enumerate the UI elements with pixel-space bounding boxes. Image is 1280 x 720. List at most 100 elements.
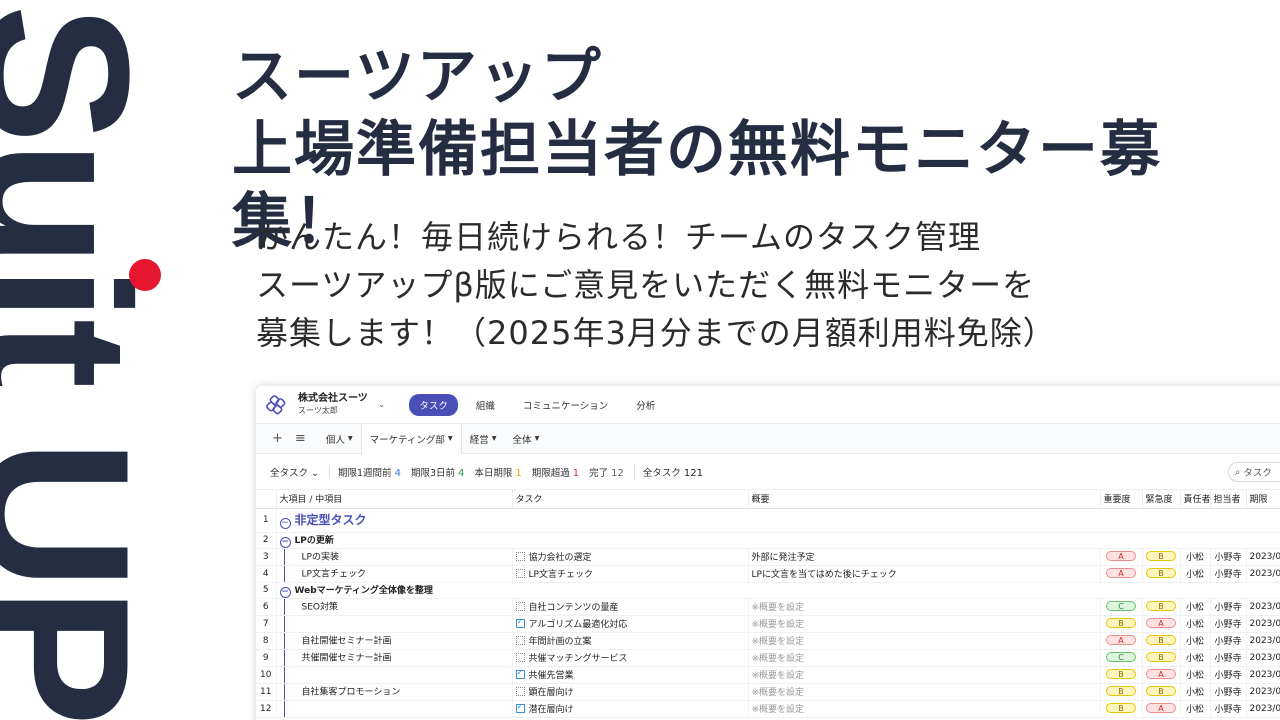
task-cell[interactable]: 潜在層向け [512, 700, 749, 718]
tab-tasks[interactable]: タスク [409, 393, 458, 416]
item-cell[interactable] [276, 666, 513, 684]
tab-analytics[interactable]: 分析 [626, 394, 665, 416]
filter-overdue[interactable]: 期限超過 1 [532, 465, 579, 479]
due-cell[interactable]: 2023/03 [1246, 683, 1280, 701]
group-tab-management[interactable]: 経営 ▾ [462, 424, 505, 454]
task-cell[interactable]: 共催先営業 [512, 666, 749, 684]
urgency-cell[interactable]: B [1142, 649, 1181, 667]
assignee-cell[interactable]: 小野寺 [1210, 700, 1247, 718]
item-cell[interactable] [276, 700, 513, 718]
owner-cell[interactable]: 小松 [1180, 666, 1211, 684]
column-header-urgency[interactable]: 緊急度 [1142, 490, 1181, 509]
urgency-cell[interactable]: B [1142, 565, 1181, 583]
due-cell[interactable]: 2023/03 [1246, 598, 1280, 616]
task-checkbox[interactable] [515, 602, 525, 611]
group-tab-all[interactable]: 全体 ▾ [505, 424, 548, 454]
owner-cell[interactable]: 小松 [1180, 565, 1211, 583]
task-cell[interactable]: 自社コンテンツの量産 [512, 598, 749, 616]
urgency-cell[interactable]: A [1142, 666, 1181, 684]
group-tab-marketing[interactable]: マーケティング部 ▾ [360, 423, 462, 454]
owner-cell[interactable]: 小松 [1180, 683, 1211, 701]
task-checkbox[interactable] [515, 569, 525, 578]
column-header-summary[interactable]: 概要 [748, 490, 1101, 509]
filter-today[interactable]: 本日期限 1 [474, 465, 521, 479]
task-checkbox[interactable] [515, 552, 525, 561]
menu-icon[interactable]: ≡ [295, 431, 306, 446]
task-row[interactable]: 10 共催先営業 ※概要を設定 BA 小松小野寺2023/03 [256, 666, 1280, 684]
task-row[interactable]: 7 アルゴリズム最適化対応 ※概要を設定 BA 小松小野寺2023/03 [256, 615, 1280, 633]
summary-cell[interactable]: ※概要を設定 [748, 666, 1101, 684]
filter-three-days[interactable]: 期限3日前 4 [411, 465, 464, 479]
urgency-cell[interactable]: A [1142, 700, 1181, 718]
importance-cell[interactable]: C [1100, 598, 1143, 616]
column-header-due[interactable]: 期限 [1246, 490, 1280, 509]
summary-cell[interactable]: 外部に発注予定 [748, 548, 1101, 566]
summary-cell[interactable]: ※概要を設定 [748, 683, 1101, 701]
owner-cell[interactable]: 小松 [1180, 700, 1211, 718]
tab-communication[interactable]: コミュニケーション [513, 394, 618, 416]
task-row[interactable]: 6 SEO対策 自社コンテンツの量産 ※概要を設定 CB 小松小野寺2023/03 [256, 598, 1280, 616]
urgency-cell[interactable]: B [1142, 598, 1181, 616]
importance-cell[interactable]: A [1100, 548, 1143, 566]
task-row[interactable]: 4 LP文言チェック LP文言チェック LPに文言を当てはめた後にチェック A B 小松 小野… [256, 565, 1280, 583]
assignee-cell[interactable]: 小野寺 [1210, 683, 1247, 701]
task-checkbox[interactable] [515, 617, 525, 628]
importance-cell[interactable]: A [1100, 565, 1143, 583]
chevron-down-icon[interactable]: ⌄ [378, 400, 386, 410]
company-switcher[interactable]: 株式会社スーツ スーツ太郎 [298, 393, 368, 417]
search-input[interactable]: ⌕ タスク [1228, 462, 1280, 482]
importance-cell[interactable]: B [1100, 666, 1143, 684]
due-cell[interactable]: 2023/03 [1246, 565, 1280, 583]
task-cell[interactable]: 共催マッチングサービス [512, 649, 749, 667]
assignee-cell[interactable]: 小野寺 [1210, 598, 1247, 616]
column-header-importance[interactable]: 重要度 [1100, 490, 1143, 509]
owner-cell[interactable]: 小松 [1180, 548, 1211, 566]
collapse-icon[interactable]: − [279, 586, 291, 597]
all-tasks-dropdown[interactable]: 全タスク ⌄ [270, 465, 319, 479]
task-checkbox[interactable] [515, 636, 525, 645]
item-cell[interactable]: SEO対策 [276, 598, 513, 616]
task-checkbox[interactable] [515, 702, 525, 713]
collapse-icon[interactable]: − [279, 518, 291, 529]
urgency-cell[interactable]: B [1142, 632, 1181, 650]
item-cell[interactable]: LPの実装 [276, 548, 513, 566]
add-icon[interactable]: + [272, 431, 283, 446]
urgency-cell[interactable]: B [1142, 548, 1181, 566]
urgency-cell[interactable]: B [1142, 683, 1181, 701]
owner-cell[interactable]: 小松 [1180, 632, 1211, 650]
collapse-icon[interactable]: − [279, 536, 291, 547]
due-cell[interactable]: 2023/03 [1246, 700, 1280, 718]
task-row[interactable]: 11 自社集客プロモーション 顕在層向け ※概要を設定 BB 小松小野寺2023/03 [256, 683, 1280, 701]
column-header-assignee[interactable]: 担当者 [1210, 490, 1247, 509]
due-cell[interactable]: 2023/03 [1246, 632, 1280, 650]
subsection-row[interactable]: 5− Webマーケティング全体像を整理 [256, 582, 1280, 599]
due-cell[interactable]: 2023/03 [1246, 548, 1280, 566]
importance-cell[interactable]: B [1100, 615, 1143, 633]
filter-week-before[interactable]: 期限1週間前 4 [338, 465, 401, 479]
filter-all[interactable]: 全タスク 121 [643, 465, 703, 479]
importance-cell[interactable]: B [1100, 700, 1143, 718]
subsection-row[interactable]: 2− LPの更新 [256, 532, 1280, 549]
task-row[interactable]: 3 LPの実装 協力会社の選定 外部に発注予定 AB 小松小野寺2023/03 [256, 548, 1280, 566]
owner-cell[interactable]: 小松 [1180, 649, 1211, 667]
column-header-owner[interactable]: 責任者 [1180, 490, 1211, 509]
summary-cell[interactable]: ※概要を設定 [748, 700, 1101, 718]
task-row[interactable]: 8 自社開催セミナー計画 年間計画の立案 ※概要を設定 AB 小松小野寺2023/03 [256, 632, 1280, 650]
item-cell[interactable] [276, 615, 513, 633]
task-row[interactable]: 12 潜在層向け ※概要を設定 BA 小松小野寺2023/03 [256, 700, 1280, 718]
urgency-cell[interactable]: A [1142, 615, 1181, 633]
section-row[interactable]: 1− 非定型タスク [256, 508, 1280, 533]
item-cell[interactable]: 自社開催セミナー計画 [276, 632, 513, 650]
importance-cell[interactable]: C [1100, 649, 1143, 667]
item-cell[interactable]: 自社集客プロモーション [276, 683, 513, 701]
due-cell[interactable]: 2023/03 [1246, 649, 1280, 667]
task-cell[interactable]: アルゴリズム最適化対応 [512, 615, 749, 633]
task-checkbox[interactable] [515, 687, 525, 696]
importance-cell[interactable]: A [1100, 632, 1143, 650]
owner-cell[interactable]: 小松 [1180, 598, 1211, 616]
summary-cell[interactable]: ※概要を設定 [748, 632, 1101, 650]
task-cell[interactable]: LP文言チェック [512, 565, 749, 583]
task-cell[interactable]: 年間計画の立案 [512, 632, 749, 650]
assignee-cell[interactable]: 小野寺 [1210, 632, 1247, 650]
due-cell[interactable]: 2023/03 [1246, 666, 1280, 684]
